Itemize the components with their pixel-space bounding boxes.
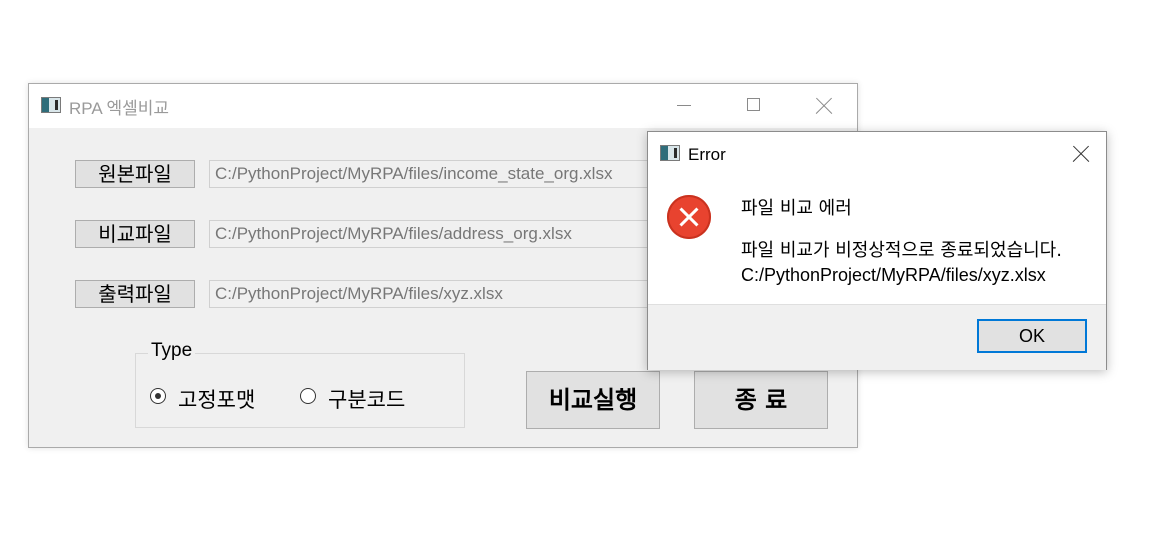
error-message: 파일 비교가 비정상적으로 종료되었습니다. C:/PythonProject/… (741, 238, 1062, 288)
window-title: RPA 엑셀비교 (69, 99, 170, 118)
source-file-button[interactable]: 원본파일 (75, 160, 195, 188)
maximize-icon[interactable] (731, 84, 777, 128)
error-message-line: 파일 비교가 비정상적으로 종료되었습니다. (741, 240, 1062, 261)
output-file-button[interactable]: 출력파일 (75, 280, 195, 308)
output-file-path-field[interactable]: C:/PythonProject/MyRPA/files/xyz.xlsx (209, 280, 669, 308)
radio-delimiter-code-label[interactable]: 구분코드 (328, 384, 405, 414)
radio-checked-icon[interactable] (150, 388, 166, 404)
type-groupbox: Type 고정포맷 구분코드 (135, 340, 465, 428)
error-icon (667, 195, 711, 239)
run-compare-button[interactable]: 비교실행 (526, 371, 660, 429)
error-dialog: Error 파일 비교 에러 파일 비교가 비정상적으로 종료되었습니다. C:… (647, 131, 1107, 370)
error-message-path: C:/PythonProject/MyRPA/files/xyz.xlsx (741, 265, 1046, 285)
error-heading: 파일 비교 에러 (741, 198, 852, 219)
type-group-legend: Type (148, 340, 196, 362)
radio-fixed-format-label[interactable]: 고정포맷 (178, 384, 255, 414)
compare-file-path-field[interactable]: C:/PythonProject/MyRPA/files/address_org… (209, 220, 669, 248)
close-icon (1068, 142, 1094, 166)
radio-unchecked-icon[interactable] (300, 388, 316, 404)
dialog-footer: OK (648, 304, 1106, 370)
dialog-title: Error (688, 145, 726, 164)
window-close-button[interactable] (801, 84, 847, 128)
minimize-icon[interactable] (661, 84, 707, 128)
main-titlebar[interactable]: RPA 엑셀비교 (29, 84, 857, 128)
exit-button[interactable]: 종 료 (694, 371, 828, 429)
dialog-close-button[interactable] (1068, 142, 1094, 166)
ok-button[interactable]: OK (977, 319, 1087, 353)
compare-file-button[interactable]: 비교파일 (75, 220, 195, 248)
app-window-icon (660, 145, 680, 161)
app-window-icon (41, 97, 61, 113)
source-file-path-field[interactable]: C:/PythonProject/MyRPA/files/income_stat… (209, 160, 669, 188)
close-icon (812, 95, 836, 117)
